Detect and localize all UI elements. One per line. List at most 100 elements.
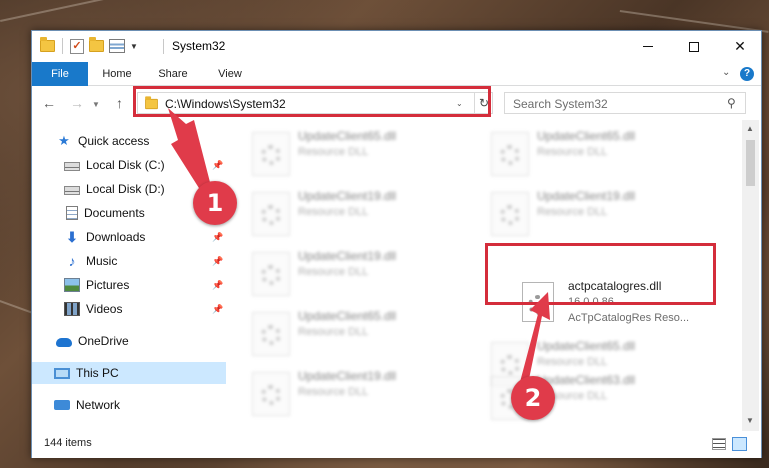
chevron-down-icon[interactable]: ▼ (130, 42, 138, 51)
file-version: 16.0.0.86 (568, 296, 614, 308)
up-arrow-icon[interactable]: ↑ (116, 95, 123, 111)
details-view-icon[interactable] (712, 438, 726, 450)
file-list: UpdateClient65.dll Resource DLL UpdateCl… (252, 120, 744, 431)
address-dropdown-icon[interactable]: ⌄ (456, 99, 463, 108)
sidebar-item-label: Local Disk (D:) (86, 182, 165, 196)
list-item[interactable]: UpdateClient19.dll Resource DLL (252, 186, 472, 242)
dll-file-icon (491, 192, 529, 236)
search-icon[interactable]: ⚲ (727, 96, 736, 110)
file-type: Resource DLL (298, 266, 369, 278)
close-button[interactable]: ✕ (717, 31, 763, 62)
file-name: UpdateClient19.dll (537, 189, 636, 203)
pictures-icon (64, 278, 80, 292)
sidebar-item-label: Pictures (86, 278, 130, 292)
dll-file-icon (252, 372, 290, 416)
list-item[interactable]: UpdateClient19.dll Resource DLL (491, 186, 711, 242)
dll-file-icon (252, 312, 290, 356)
refresh-icon[interactable]: ↻ (474, 93, 493, 113)
list-item[interactable]: UpdateClient65.dll Resource DLL (491, 126, 711, 182)
forward-arrow-icon[interactable]: → (70, 95, 84, 111)
sidebar-item-this-pc[interactable]: This PC (32, 362, 226, 384)
file-type: Resource DLL (298, 326, 369, 338)
sidebar-item-label: Videos (86, 302, 123, 316)
pin-icon: 📌 (212, 231, 224, 242)
window-title: System32 (172, 39, 226, 53)
file-description: AcTpCatalogRes Reso... (568, 312, 690, 324)
star-icon: ★ (58, 133, 70, 148)
sidebar-item-label: Downloads (86, 230, 146, 244)
file-name: UpdateClient19.dll (298, 189, 397, 203)
sidebar-item-onedrive[interactable]: OneDrive (32, 330, 226, 352)
scroll-down-icon[interactable]: ▼ (746, 416, 754, 425)
download-icon: ⬇ (66, 229, 78, 245)
folder-icon (40, 37, 55, 52)
file-explorer-window: ✓ ▼ System32 ✕ File Home Share View ⌄ ? … (31, 30, 762, 458)
dll-file-icon (252, 132, 290, 176)
close-icon: ✕ (734, 38, 746, 54)
quick-access-toolbar: ✓ ▼ (40, 37, 138, 54)
tab-view[interactable]: View (205, 62, 255, 86)
address-path[interactable]: C:\Windows\System32 (165, 97, 286, 111)
minimize-icon (643, 46, 653, 47)
file-type: Resource DLL (298, 146, 369, 158)
title-bar: ✓ ▼ System32 ✕ (32, 31, 761, 62)
dll-file-icon (252, 252, 290, 296)
list-item[interactable]: UpdateClient19.dll Resource DLL (252, 246, 472, 302)
sidebar-item-label: Local Disk (C:) (86, 158, 165, 172)
step-2-marker: 2 (511, 376, 555, 420)
file-type: Resource DLL (298, 386, 369, 398)
gear-icon (500, 145, 520, 165)
vertical-scrollbar[interactable]: ▲ ▼ (742, 120, 759, 431)
list-item[interactable]: UpdateClient65.dll Resource DLL (252, 306, 472, 362)
list-item[interactable]: UpdateClient65.dll Resource DLL (252, 126, 472, 182)
dll-file-icon (491, 132, 529, 176)
sidebar-item-downloads[interactable]: ⬇ Downloads 📌 (32, 226, 226, 248)
help-icon[interactable]: ? (740, 67, 754, 81)
gear-icon (261, 385, 281, 405)
sidebar-item-music[interactable]: ♪ Music 📌 (32, 250, 226, 272)
expand-ribbon-icon[interactable]: ⌄ (722, 67, 730, 78)
tab-file[interactable]: File (32, 62, 88, 86)
list-item[interactable]: UpdateClient19.dll Resource DLL (252, 366, 472, 422)
music-icon: ♪ (68, 253, 76, 269)
scrollbar-thumb[interactable] (746, 140, 755, 186)
sidebar-item-label: Documents (84, 206, 145, 220)
sidebar-item-pictures[interactable]: Pictures 📌 (32, 274, 226, 296)
list-item-actpcatalogres[interactable]: actpcatalogres.dll 16.0.0.86 AcTpCatalog… (522, 276, 742, 332)
sidebar-item-quick-access[interactable]: ★ Quick access (32, 130, 226, 152)
minimize-button[interactable] (625, 31, 671, 62)
search-input[interactable]: Search System32 ⚲ (504, 92, 746, 114)
sidebar-item-videos[interactable]: Videos 📌 (32, 298, 226, 320)
file-type: Resource DLL (537, 356, 608, 368)
sidebar-item-local-disk-c[interactable]: Local Disk (C:) 📌 (32, 154, 226, 176)
file-name: UpdateClient65.dll (537, 129, 636, 143)
maximize-icon (689, 41, 699, 52)
sidebar-item-network[interactable]: Network (32, 394, 226, 416)
tab-share[interactable]: Share (148, 62, 198, 86)
file-name: UpdateClient19.dll (298, 369, 397, 383)
gear-icon (261, 205, 281, 225)
pin-icon: 📌 (212, 159, 224, 170)
file-type: Resource DLL (537, 146, 608, 158)
properties-check-icon[interactable]: ✓ (70, 38, 84, 54)
back-arrow-icon[interactable]: ← (42, 95, 56, 111)
large-icons-view-icon[interactable] (732, 437, 747, 451)
maximize-button[interactable] (671, 31, 717, 62)
file-name: actpcatalogres.dll (568, 279, 662, 293)
status-bar: 144 items (32, 431, 761, 458)
address-bar[interactable]: C:\Windows\System32 ⌄ ↻ (137, 92, 493, 114)
documents-icon (66, 206, 78, 220)
navigation-bar: ← → ▼ ↑ C:\Windows\System32 ⌄ ↻ Search S… (32, 87, 761, 120)
network-icon (54, 400, 70, 410)
new-folder-icon[interactable] (89, 37, 104, 52)
pin-icon: 📌 (212, 255, 224, 266)
step-1-marker: 1 (193, 181, 237, 225)
gear-icon (261, 325, 281, 345)
tab-home[interactable]: Home (92, 62, 142, 86)
file-name: UpdateClient65.dll (298, 129, 397, 143)
sidebar-item-label: Network (76, 398, 121, 412)
navigation-pane: ★ Quick access Local Disk (C:) 📌 Local D… (32, 120, 226, 431)
recent-locations-chevron-icon[interactable]: ▼ (92, 100, 100, 109)
scroll-up-icon[interactable]: ▲ (746, 124, 754, 133)
properties-icon[interactable] (109, 39, 125, 53)
